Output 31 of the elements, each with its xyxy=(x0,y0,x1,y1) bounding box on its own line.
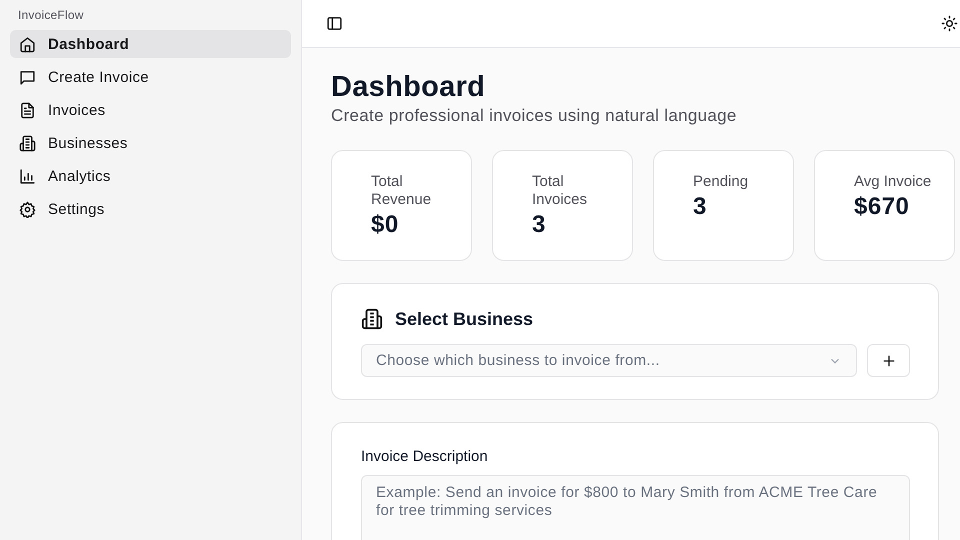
stat-label: Pending xyxy=(693,173,750,191)
nav-item[interactable]: Create Invoice xyxy=(10,63,291,91)
stat-value: $670 xyxy=(854,193,910,221)
brand-name: InvoiceFlow xyxy=(17,8,85,22)
bar-chart-icon xyxy=(19,168,36,184)
stat-label: Avg Invoice xyxy=(854,173,932,191)
sidebar-toggle-icon[interactable] xyxy=(326,15,343,32)
stat-value: 3 xyxy=(693,193,708,221)
stat-value: 3 xyxy=(532,211,547,239)
chat-icon xyxy=(19,68,36,86)
stat-label: Total Invoices xyxy=(532,173,588,209)
document-icon xyxy=(19,102,36,118)
sun-icon[interactable] xyxy=(941,15,958,32)
building-icon xyxy=(361,308,383,330)
building-icon xyxy=(19,134,36,152)
nav-item[interactable]: Businesses xyxy=(10,129,291,157)
page-subtitle: Create professional invoices using natural language xyxy=(331,106,738,126)
nav-item[interactable]: Analytics xyxy=(10,162,291,190)
page-title: Dashboard xyxy=(331,70,486,104)
nav-item[interactable]: Dashboard xyxy=(10,30,291,58)
field-label: Invoice Description xyxy=(361,448,489,465)
home-icon xyxy=(19,36,36,52)
section-title: Select Business xyxy=(395,308,534,330)
stat-value: $0 xyxy=(371,211,400,239)
plus-icon xyxy=(880,352,896,368)
gear-icon xyxy=(19,200,36,218)
stat-label: Total Revenue xyxy=(371,173,432,209)
business-dropdown[interactable]: Choose which business to invoice from... xyxy=(361,344,857,377)
nav-item[interactable]: Invoices xyxy=(10,96,291,124)
description-field[interactable]: Example: Send an invoice for $800 to Mary Smith from ACME Tree Care for tree trimming services xyxy=(361,475,910,540)
nav-item[interactable]: Settings xyxy=(10,195,291,223)
